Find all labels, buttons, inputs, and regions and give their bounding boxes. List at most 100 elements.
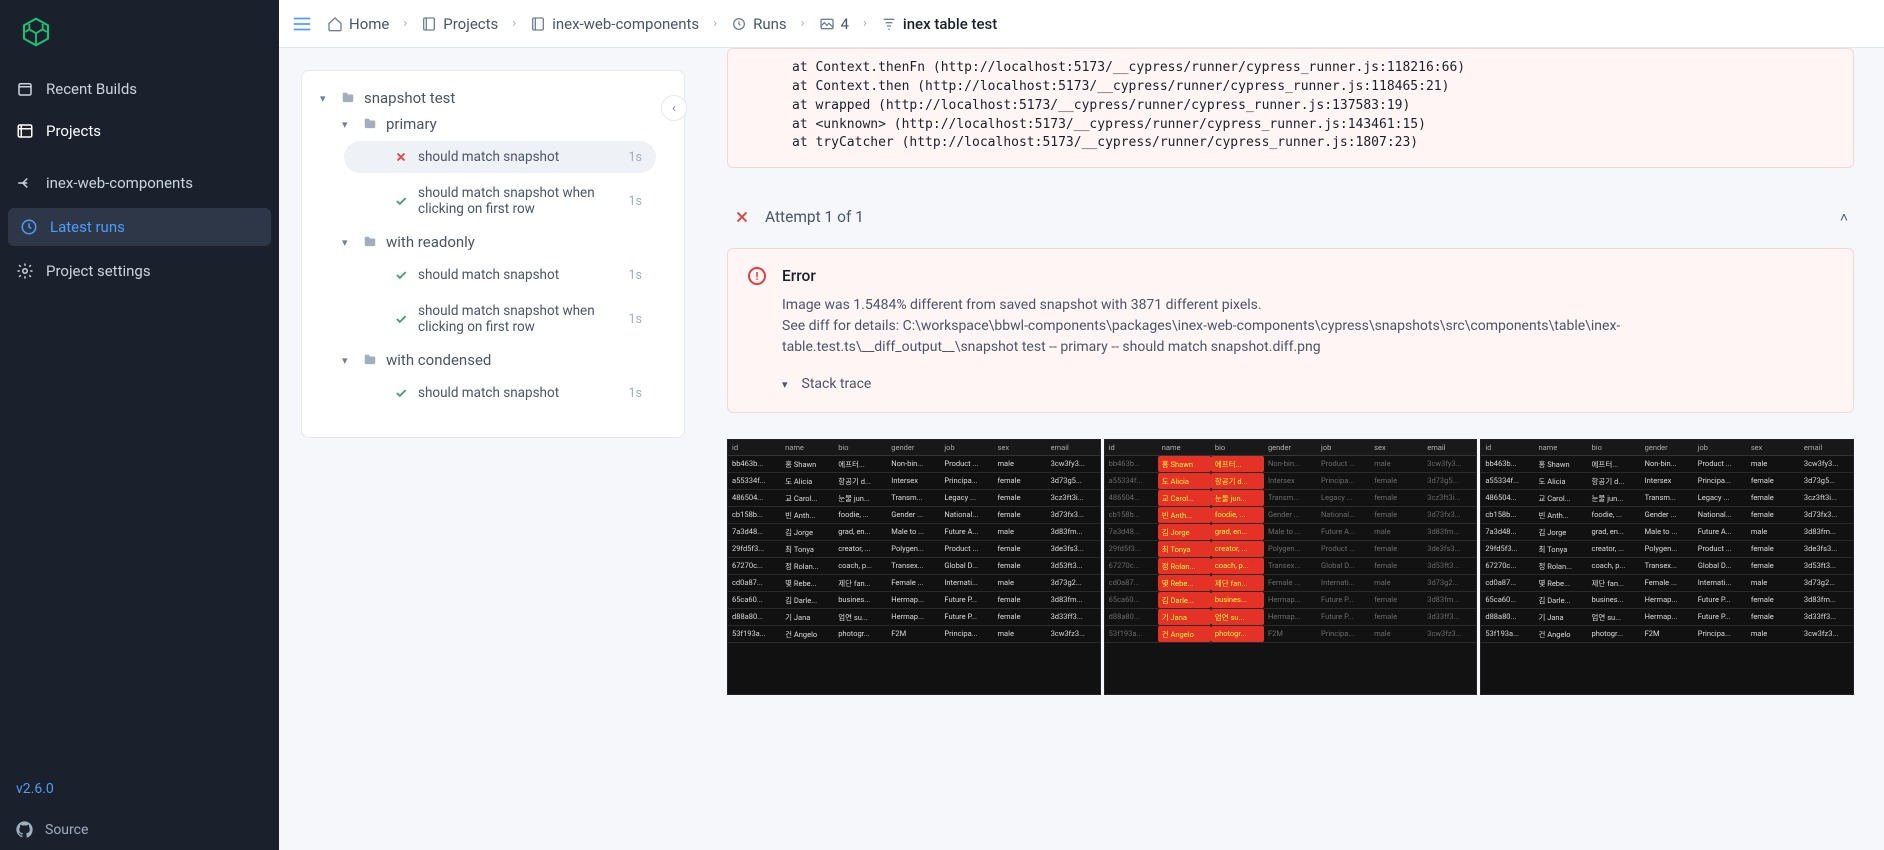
app-logo-icon: [20, 16, 52, 48]
test-duration: 1s: [629, 386, 642, 401]
nav-project-settings[interactable]: Project settings: [0, 250, 279, 292]
chevron-down-icon: ▾: [342, 354, 354, 367]
nav-recent-builds[interactable]: Recent Builds: [0, 68, 279, 110]
group-label: with condensed: [386, 351, 491, 369]
stack-line: at Context.thenFn (http://localhost:5173…: [776, 59, 1805, 78]
test-item[interactable]: should match snapshot 1s: [344, 141, 656, 173]
collapse-tree-button[interactable]: ‹: [661, 95, 687, 121]
test-duration: 1s: [629, 194, 642, 209]
diff-images: idnamebiogenderjobsexemailbb463b...홍 Sha…: [727, 439, 1854, 695]
crumb-label: Home: [349, 15, 389, 33]
crumb-label: 4: [841, 15, 849, 33]
sidebar: Recent Builds Projects inex-web-componen…: [0, 0, 279, 850]
logo: [0, 0, 279, 68]
tree-group[interactable]: ▾ primary: [320, 111, 666, 137]
folder-icon: [362, 117, 378, 131]
nav-label: inex-web-components: [46, 174, 193, 192]
nav-back-project[interactable]: inex-web-components: [0, 162, 279, 204]
test-label: should match snapshot: [418, 267, 619, 283]
diff-image-actual[interactable]: idnamebiogenderjobsexemailbb463b...홍 Sha…: [1480, 439, 1854, 695]
tree-group[interactable]: ▾ with condensed: [320, 347, 666, 373]
test-duration: 1s: [629, 268, 642, 283]
chevron-up-icon: ˄: [1840, 209, 1848, 226]
chevron-down-icon: ▾: [342, 118, 354, 131]
test-label: should match snapshot when clicking on f…: [418, 185, 619, 217]
arrow-left-icon: [16, 174, 34, 192]
test-label: should match snapshot: [418, 385, 619, 401]
test-duration: 1s: [629, 312, 642, 327]
stack-line: at tryCatcher (http://localhost:5173/__c…: [776, 134, 1805, 153]
tree-root[interactable]: ▾ snapshot test: [320, 85, 666, 111]
test-label: should match snapshot: [418, 149, 619, 165]
filter-icon: [881, 16, 897, 32]
crumb-label: inex table test: [903, 15, 997, 33]
error-body: Image was 1.5484% different from saved s…: [748, 295, 1823, 358]
chevron-right-icon: ›: [512, 16, 516, 31]
crumb-run-num[interactable]: 4: [819, 15, 849, 33]
group-label: snapshot test: [364, 89, 455, 107]
crumb-projects[interactable]: Projects: [421, 15, 498, 33]
group-label: with readonly: [386, 233, 475, 251]
link-source[interactable]: Source: [16, 817, 263, 842]
image-icon: [819, 16, 835, 32]
stack-line: at Context.then (http://localhost:5173/_…: [776, 78, 1805, 97]
nav-label: Latest runs: [50, 218, 125, 236]
crumb-project[interactable]: inex-web-components: [530, 15, 699, 33]
crumb-home[interactable]: Home: [327, 15, 389, 33]
crumb-runs[interactable]: Runs: [731, 15, 787, 33]
chevron-down-icon: ▾: [782, 378, 788, 391]
crumb-label: inex-web-components: [552, 15, 699, 33]
nav-label: Project settings: [46, 262, 151, 280]
folder-icon: [362, 353, 378, 367]
check-icon: [394, 194, 408, 208]
menu-icon[interactable]: [291, 13, 313, 35]
attempt-label: Attempt 1 of 1: [765, 208, 1826, 226]
crumb-test: inex table test: [881, 15, 997, 33]
test-item[interactable]: should match snapshot when clicking on f…: [344, 295, 656, 343]
error-title: Error: [782, 267, 816, 285]
test-item[interactable]: should match snapshot 1s: [344, 259, 656, 291]
chevron-right-icon: ›: [403, 16, 407, 31]
clock-icon: [16, 80, 34, 98]
check-icon: [394, 312, 408, 326]
diff-image-mid[interactable]: idnamebiogenderjobsexemailbb463b...홍 Sha…: [1104, 439, 1478, 695]
test-label: should match snapshot when clicking on f…: [418, 303, 619, 335]
test-duration: 1s: [629, 150, 642, 165]
nav-label: Recent Builds: [46, 80, 137, 98]
nav-latest-runs[interactable]: Latest runs: [8, 208, 271, 246]
check-icon: [394, 386, 408, 400]
gear-icon: [16, 262, 34, 280]
stack-line: at wrapped (http://localhost:5173/__cypr…: [776, 97, 1805, 116]
projects-icon: [421, 16, 437, 32]
error-box: ! Error Image was 1.5484% different from…: [727, 248, 1854, 413]
diff-image-expected[interactable]: idnamebiogenderjobsexemailbb463b...홍 Sha…: [727, 439, 1101, 695]
folder-icon: [362, 235, 378, 249]
chevron-right-icon: ›: [863, 16, 867, 31]
test-item[interactable]: should match snapshot when clicking on f…: [344, 177, 656, 225]
project-icon: [530, 16, 546, 32]
chevron-down-icon: ▾: [342, 236, 354, 249]
nav-projects[interactable]: Projects: [0, 110, 279, 152]
stack-trace-toggle[interactable]: ▾ Stack trace: [748, 358, 1823, 394]
test-tree-panel: ‹ ▾ snapshot test ▾ primary should match …: [279, 48, 699, 850]
runs-icon: [731, 16, 747, 32]
error-icon: !: [748, 267, 766, 285]
group-label: primary: [386, 115, 437, 133]
crumb-label: Projects: [443, 15, 498, 33]
main: Home › Projects › inex-web-components › …: [279, 0, 1884, 850]
check-icon: [394, 268, 408, 282]
stack-preview: at Context.thenFn (http://localhost:5173…: [727, 48, 1854, 168]
x-icon: [394, 150, 408, 164]
chevron-down-icon: ▾: [320, 92, 332, 105]
chevron-right-icon: ›: [713, 16, 717, 31]
crumb-label: Runs: [753, 15, 787, 33]
test-item[interactable]: should match snapshot 1s: [344, 377, 656, 409]
projects-icon: [16, 122, 34, 140]
stack-trace-label: Stack trace: [802, 376, 872, 392]
attempt-header[interactable]: Attempt 1 of 1 ˄: [727, 198, 1854, 248]
nav-label: Projects: [46, 122, 101, 140]
tree-group[interactable]: ▾ with readonly: [320, 229, 666, 255]
folder-icon: [340, 91, 356, 105]
topbar: Home › Projects › inex-web-components › …: [279, 0, 1884, 48]
version-label: v2.6.0: [16, 781, 263, 797]
